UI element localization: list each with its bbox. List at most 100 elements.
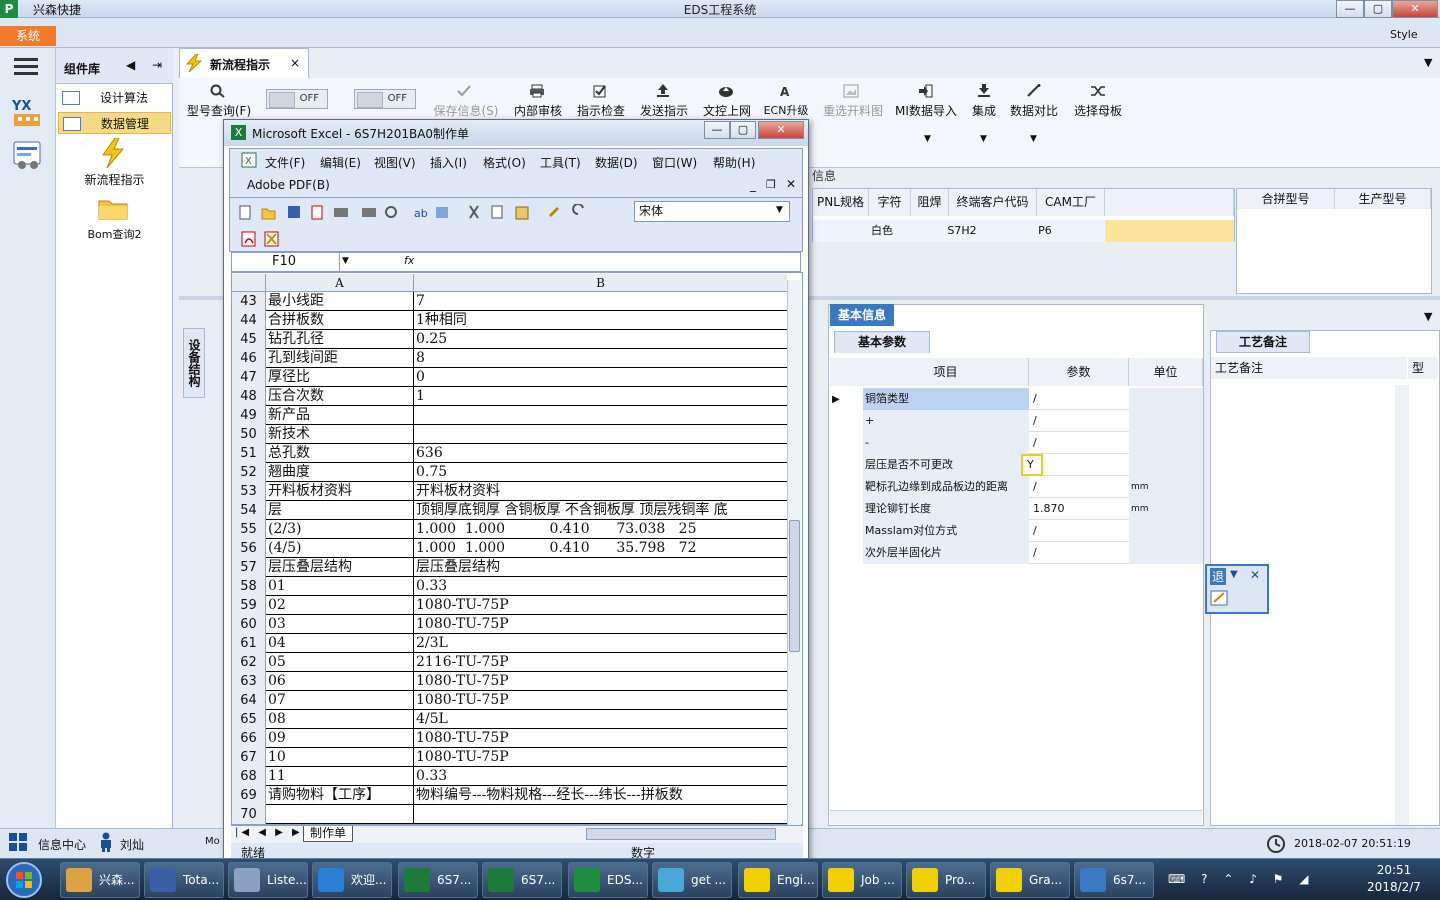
table-row[interactable]: 53 开料板材资料 开料板材资料 (232, 482, 787, 501)
nav-item-bom-query[interactable]: Bom查询2 (58, 226, 171, 242)
chevron-down-icon[interactable]: ▼ (1424, 310, 1432, 323)
excel-menu-item[interactable]: 工具(T) (540, 154, 581, 171)
table-row[interactable]: 64 07 1080-TU-75P (232, 691, 787, 710)
row-number[interactable]: 65 (232, 710, 266, 729)
taskbar-item[interactable]: Pro... (906, 862, 986, 898)
start-button[interactable] (2, 860, 50, 900)
tab-close-icon[interactable]: × (290, 56, 300, 70)
table-row[interactable]: 49 新产品 (232, 406, 787, 425)
save-info-button[interactable]: 保存信息(S) (431, 102, 501, 119)
vertical-scrollbar[interactable] (1395, 385, 1409, 825)
grid-header[interactable]: 阻焊 (911, 189, 949, 216)
cell-a[interactable]: 厚径比 (266, 368, 414, 387)
cell-b[interactable]: 顶铜厚底铜厚 含铜板厚 不含铜板厚 顶层残铜率 底 (414, 501, 787, 520)
doc-control-online-button[interactable]: 文控上网 (701, 102, 753, 119)
cell-b[interactable] (414, 805, 787, 824)
table-row[interactable]: 65 08 4/5L (232, 710, 787, 729)
cell-a[interactable]: 09 (266, 729, 414, 748)
table-row[interactable]: 60 03 1080-TU-75P (232, 615, 787, 634)
param-value[interactable]: / (1029, 476, 1129, 498)
scroll-thumb[interactable] (789, 520, 800, 652)
cell-a[interactable]: 07 (266, 691, 414, 710)
param-row[interactable]: + / (863, 410, 1203, 432)
table-row[interactable]: 61 04 2/3L (232, 634, 787, 653)
sheet-tab[interactable]: 制作单 (303, 826, 353, 842)
excel-minimize-button[interactable]: — (704, 121, 730, 139)
excel-menu-item[interactable]: 格式(O) (483, 154, 526, 171)
table-row[interactable]: 44 合拼板数 1种相同 (232, 311, 787, 330)
cell-a[interactable]: 请购物料【工序】 (266, 786, 414, 805)
row-number[interactable]: 60 (232, 615, 266, 634)
cell-b[interactable]: 0.33 (414, 767, 787, 786)
cell-a[interactable]: 合拼板数 (266, 311, 414, 330)
side-tab-equipment[interactable]: 设备结构 (183, 328, 205, 398)
cell-b[interactable]: 1080-TU-75P (414, 672, 787, 691)
internal-review-button[interactable]: 内部审核 (512, 102, 564, 119)
taskbar-clock[interactable]: 20:51 2018/2/7 (1352, 862, 1436, 896)
integrate-button[interactable]: 集成 (966, 102, 1002, 119)
table-row[interactable]: 45 钻孔孔径 0.25 (232, 330, 787, 349)
cell-b[interactable]: 1 (414, 387, 787, 406)
cell-a[interactable]: 10 (266, 748, 414, 767)
taskbar-item[interactable]: 6S7... (482, 862, 562, 898)
adobe-pdf-menu[interactable]: Adobe PDF(B) (247, 178, 330, 192)
row-number[interactable]: 51 (232, 444, 266, 463)
grid-cell[interactable]: S7H2 (937, 220, 987, 242)
cell-a[interactable]: 01 (266, 577, 414, 596)
info-center-label[interactable]: 信息中心 (38, 836, 86, 853)
notes-header[interactable]: 工艺备注 (1211, 357, 1407, 379)
param-row[interactable]: 铜箔类型 / (863, 388, 1203, 410)
table-row[interactable]: 68 11 0.33 (232, 767, 787, 786)
cell-a[interactable]: 总孔数 (266, 444, 414, 463)
excel-menu-item[interactable]: 窗口(W) (652, 154, 697, 171)
send-instruction-button[interactable]: 发送指示 (638, 102, 690, 119)
param-value[interactable]: / (1029, 432, 1129, 454)
tab-basic-params[interactable]: 基本参数 (834, 331, 930, 353)
sheet-nav-arrows[interactable]: |◀ ◀ ▶ ▶| (235, 827, 309, 838)
param-value[interactable]: Y (1021, 454, 1043, 476)
row-number[interactable]: 49 (232, 406, 266, 425)
table-row[interactable]: 46 孔到线间距 8 (232, 349, 787, 368)
excel-menu-item[interactable]: 数据(D) (595, 154, 638, 171)
horizontal-scrollbar[interactable] (830, 810, 1202, 824)
grid-header[interactable]: CAM工厂 (1037, 189, 1105, 216)
cell-a[interactable]: 06 (266, 672, 414, 691)
cell-a[interactable]: 开料板材资料 (266, 482, 414, 501)
cell-a[interactable]: 新技术 (266, 425, 414, 444)
cell-a[interactable]: (4/5) (266, 539, 414, 558)
cell-b[interactable]: 2/3L (414, 634, 787, 653)
nav-item-data-management[interactable]: 数据管理 (58, 112, 171, 134)
chevron-down-icon[interactable]: ▼ (1030, 134, 1037, 144)
nav-item-design-algorithm[interactable]: 设计算法 (58, 87, 171, 109)
grid-cell[interactable]: 白色 (857, 220, 907, 242)
row-number[interactable]: 52 (232, 463, 266, 482)
taskbar-item[interactable]: Liste... (228, 862, 308, 898)
tab-process-notes[interactable]: 工艺备注 (1216, 331, 1310, 353)
table-row[interactable]: 55 (2/3) 1.000 1.000 0.410 73.038 25 (232, 520, 787, 539)
row-number[interactable]: 58 (232, 577, 266, 596)
cell-b[interactable]: 0 (414, 368, 787, 387)
param-row[interactable]: Masslam对位方式 / (863, 520, 1203, 542)
cell-b[interactable]: 0.33 (414, 577, 787, 596)
cell-a[interactable] (266, 805, 414, 824)
maximize-button[interactable]: ▢ (1364, 0, 1392, 18)
row-number[interactable]: 48 (232, 387, 266, 406)
table-row[interactable]: 70 (232, 805, 787, 824)
style-menu[interactable]: Style (1390, 28, 1418, 41)
row-number[interactable]: 53 (232, 482, 266, 501)
row-number[interactable]: 66 (232, 729, 266, 748)
selected-cell[interactable] (1105, 220, 1234, 242)
param-value[interactable]: / (1029, 520, 1129, 542)
lightning-icon[interactable] (101, 138, 125, 168)
cell-b[interactable]: 636 (414, 444, 787, 463)
param-row[interactable]: - / (863, 432, 1203, 454)
cell-b[interactable]: 开料板材资料 (414, 482, 787, 501)
taskbar-item[interactable]: EDS... (568, 862, 648, 898)
pdf-icon[interactable] (241, 231, 257, 247)
table-row[interactable]: 47 厚径比 0 (232, 368, 787, 387)
table-row[interactable]: 51 总孔数 636 (232, 444, 787, 463)
param-value[interactable]: 1.870 (1029, 498, 1129, 520)
row-number[interactable]: 47 (232, 368, 266, 387)
table-row[interactable]: 63 06 1080-TU-75P (232, 672, 787, 691)
table-row[interactable]: 66 09 1080-TU-75P (232, 729, 787, 748)
